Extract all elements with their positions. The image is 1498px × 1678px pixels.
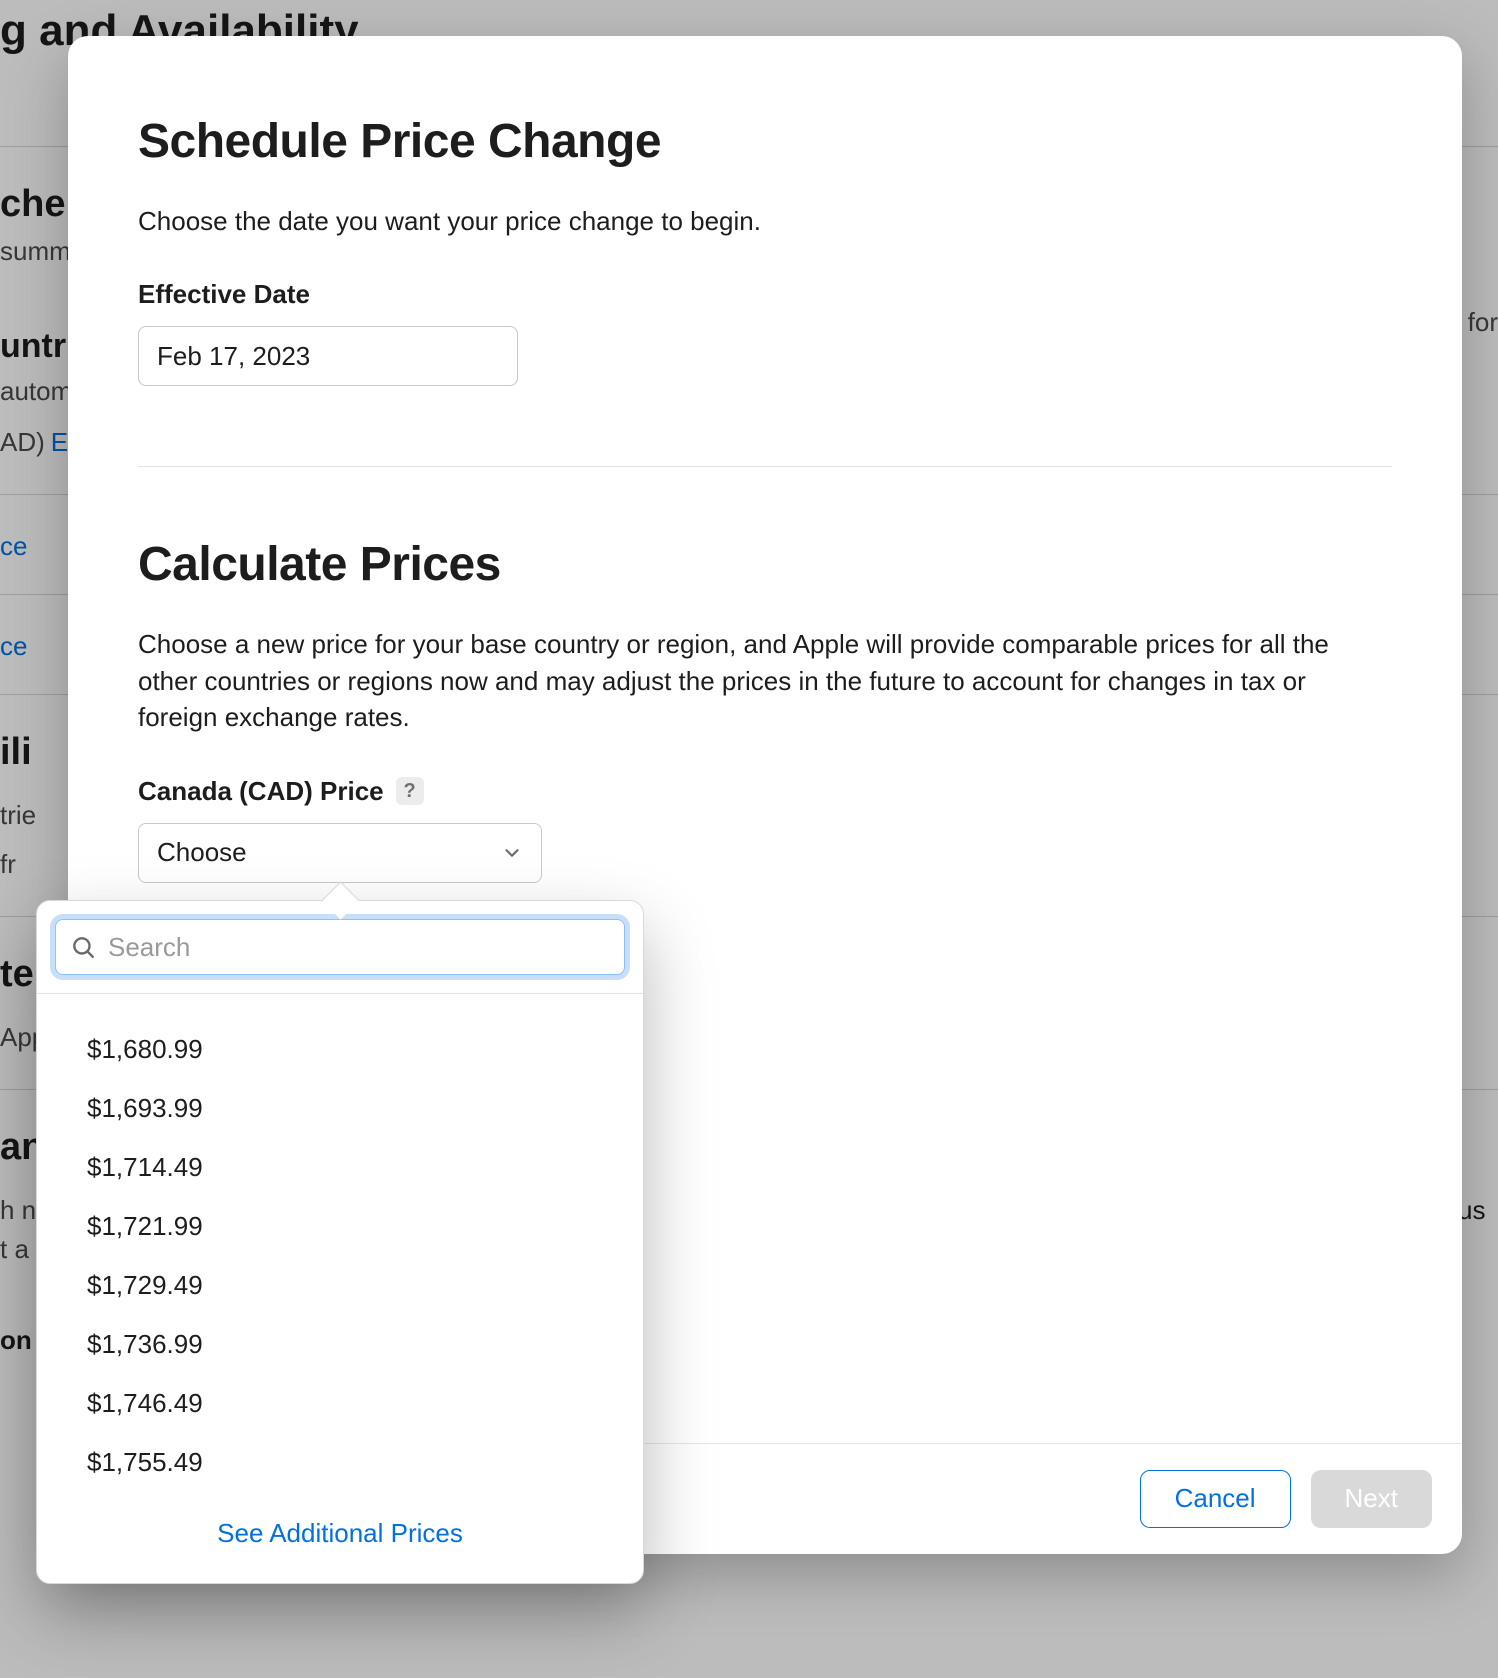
price-option[interactable]: $1,680.99 [37,1020,643,1079]
search-input-wrap[interactable] [55,919,625,975]
search-icon [70,934,96,960]
section-divider [138,466,1392,467]
popover-footer: See Additional Prices [37,1500,643,1583]
price-option[interactable]: $1,693.99 [37,1079,643,1138]
effective-date-value: Feb 17, 2023 [157,341,310,372]
help-icon[interactable]: ? [396,777,424,805]
price-field-label: Canada (CAD) Price ? [138,776,1392,807]
modal-instruction-schedule: Choose the date you want your price chan… [138,203,1392,239]
price-option[interactable]: $1,729.49 [37,1256,643,1315]
effective-date-input[interactable]: Feb 17, 2023 [138,326,518,386]
price-option[interactable]: $1,721.99 [37,1197,643,1256]
price-option[interactable]: $1,736.99 [37,1315,643,1374]
chevron-down-icon [501,842,523,864]
modal-instruction-calculate: Choose a new price for your base country… [138,626,1392,735]
price-select[interactable]: Choose [138,823,542,883]
price-select-value: Choose [157,837,247,868]
price-option[interactable]: $1,714.49 [37,1138,643,1197]
modal-title-schedule: Schedule Price Change [138,114,1392,169]
cancel-button[interactable]: Cancel [1140,1470,1291,1528]
effective-date-label: Effective Date [138,279,1392,310]
see-additional-prices-link[interactable]: See Additional Prices [217,1518,463,1548]
search-input[interactable] [108,932,610,963]
price-option-list: $1,680.99 $1,693.99 $1,714.49 $1,721.99 … [37,994,643,1500]
next-button[interactable]: Next [1311,1470,1432,1528]
price-field-label-text: Canada (CAD) Price [138,776,384,807]
modal-title-calculate: Calculate Prices [138,537,1392,592]
popover-search-section [37,901,643,994]
price-option[interactable]: $1,746.49 [37,1374,643,1433]
price-dropdown-popover: $1,680.99 $1,693.99 $1,714.49 $1,721.99 … [36,900,644,1584]
price-option[interactable]: $1,755.49 [37,1433,643,1492]
